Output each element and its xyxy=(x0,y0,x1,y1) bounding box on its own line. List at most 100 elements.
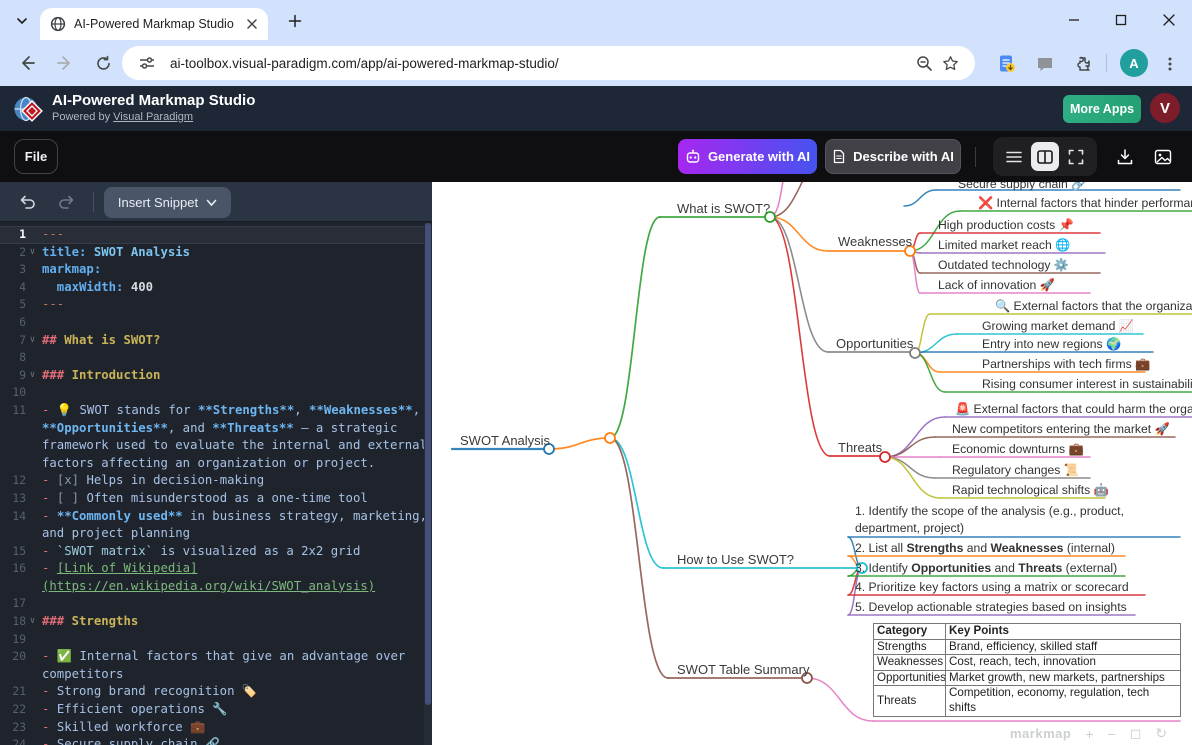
code-text[interactable] xyxy=(39,595,42,613)
more-apps-button[interactable]: More Apps xyxy=(1063,95,1141,123)
tab-search-button[interactable] xyxy=(10,9,34,33)
code-text[interactable]: - 💡 SWOT stands for **Strengths**, **Wea… xyxy=(39,402,420,420)
code-line[interactable]: 3markmap: xyxy=(0,261,432,279)
code-line[interactable]: framework used to evaluate the internal … xyxy=(0,437,432,455)
editor-scrollbar[interactable] xyxy=(424,223,432,745)
code-text[interactable]: - Secure supply chain 🔗 xyxy=(39,736,220,745)
code-line[interactable]: 12- [x] Helps in decision-making xyxy=(0,472,432,490)
redo-button[interactable] xyxy=(53,190,79,214)
code-text[interactable]: --- xyxy=(39,226,64,244)
markmap-panel[interactable]: SWOT Analysis Secure supply chain 🔗 What… xyxy=(432,182,1192,745)
code-text[interactable]: competitors xyxy=(39,666,123,684)
tab-close-icon[interactable] xyxy=(246,18,258,30)
code-line[interactable]: 7∨## What is SWOT? xyxy=(0,332,432,350)
code-text[interactable]: framework used to evaluate the internal … xyxy=(39,437,427,455)
code-line[interactable]: 16- [Link of Wikipedia] xyxy=(0,560,432,578)
code-text[interactable]: maxWidth: 400 xyxy=(39,279,153,297)
fold-chevron-icon[interactable]: ∨ xyxy=(26,367,39,385)
window-maximize-button[interactable] xyxy=(1104,5,1138,35)
branch-node-circle[interactable] xyxy=(605,433,615,443)
code-text[interactable]: - [ ] Often misunderstood as a one-time … xyxy=(39,490,368,508)
file-menu-button[interactable]: File xyxy=(14,139,58,174)
code-line[interactable]: 21- Strong brand recognition 🏷️ xyxy=(0,683,432,701)
url-text[interactable]: ai-toolbox.visual-paradigm.com/app/ai-po… xyxy=(170,56,911,71)
code-line[interactable]: 1--- xyxy=(0,226,432,244)
code-lines[interactable]: 1---2∨title: SWOT Analysis3markmap:4 max… xyxy=(0,223,432,745)
code-line[interactable]: 20- ✅ Internal factors that give an adva… xyxy=(0,648,432,666)
window-minimize-button[interactable] xyxy=(1057,5,1091,35)
fit-view-icon[interactable]: ◻ xyxy=(1130,725,1142,742)
describe-with-ai-button[interactable]: Describe with AI xyxy=(825,139,961,174)
code-line[interactable]: 19 xyxy=(0,631,432,649)
code-text[interactable]: ## What is SWOT? xyxy=(39,332,160,350)
refresh-icon[interactable]: ↻ xyxy=(1155,725,1167,742)
split-view-button[interactable] xyxy=(1031,142,1059,171)
code-line[interactable]: competitors xyxy=(0,666,432,684)
code-text[interactable] xyxy=(39,314,42,332)
code-text[interactable]: - `SWOT matrix` is visualized as a 2x2 g… xyxy=(39,543,360,561)
download-button[interactable] xyxy=(1112,144,1138,170)
code-line[interactable]: (https://en.wikipedia.org/wiki/SWOT_anal… xyxy=(0,578,432,596)
code-line[interactable]: 11- 💡 SWOT stands for **Strengths**, **W… xyxy=(0,402,432,420)
code-line[interactable]: 22- Efficient operations 🔧 xyxy=(0,701,432,719)
bookmark-star-icon[interactable] xyxy=(937,50,963,76)
code-text[interactable] xyxy=(39,631,42,649)
code-line[interactable]: 24- Secure supply chain 🔗 xyxy=(0,736,432,745)
export-image-button[interactable] xyxy=(1150,144,1176,170)
fold-chevron-icon[interactable]: ∨ xyxy=(26,244,39,262)
url-bar[interactable]: ai-toolbox.visual-paradigm.com/app/ai-po… xyxy=(122,46,975,80)
browser-tab[interactable]: AI-Powered Markmap Studio xyxy=(40,8,268,40)
code-text[interactable]: and project planning xyxy=(39,525,190,543)
code-text[interactable]: - Efficient operations 🔧 xyxy=(39,701,228,719)
code-line[interactable]: 4 maxWidth: 400 xyxy=(0,279,432,297)
code-text[interactable]: **Opportunities**, and **Threats** — a s… xyxy=(39,420,397,438)
fullscreen-view-button[interactable] xyxy=(1062,142,1090,171)
code-line[interactable]: 17 xyxy=(0,595,432,613)
code-line[interactable]: factors affecting an organization or pro… xyxy=(0,455,432,473)
extension-docs-icon[interactable] xyxy=(993,50,1021,78)
visual-paradigm-link[interactable]: Visual Paradigm xyxy=(113,111,193,123)
zoom-out-icon[interactable] xyxy=(911,50,937,76)
code-line[interactable]: **Opportunities**, and **Threats** — a s… xyxy=(0,420,432,438)
back-button[interactable] xyxy=(12,48,42,78)
code-text[interactable]: ### Introduction xyxy=(39,367,160,385)
code-text[interactable]: ### Strengths xyxy=(39,613,138,631)
code-line[interactable]: 15- `SWOT matrix` is visualized as a 2x2… xyxy=(0,543,432,561)
markmap-brand[interactable]: markmap xyxy=(1010,726,1071,741)
scrollbar-thumb[interactable] xyxy=(425,223,431,705)
window-close-button[interactable] xyxy=(1152,5,1186,35)
code-line[interactable]: 18∨### Strengths xyxy=(0,613,432,631)
code-text[interactable] xyxy=(39,384,42,402)
undo-button[interactable] xyxy=(15,190,41,214)
generate-with-ai-button[interactable]: Generate with AI xyxy=(678,139,817,174)
code-text[interactable]: - **Commonly used** in business strategy… xyxy=(39,508,427,526)
code-text[interactable]: - [Link of Wikipedia] xyxy=(39,560,197,578)
code-text[interactable]: - Strong brand recognition 🏷️ xyxy=(39,683,257,701)
insert-snippet-button[interactable]: Insert Snippet xyxy=(104,187,231,218)
browser-profile-avatar[interactable]: A xyxy=(1120,49,1148,77)
forward-button[interactable] xyxy=(50,48,80,78)
chat-bubble-icon[interactable] xyxy=(1031,50,1059,78)
code-text[interactable]: (https://en.wikipedia.org/wiki/SWOT_anal… xyxy=(39,578,375,596)
user-avatar[interactable]: V xyxy=(1150,93,1180,123)
code-text[interactable]: - Skilled workforce 💼 xyxy=(39,719,205,737)
code-line[interactable]: 14- **Commonly used** in business strate… xyxy=(0,508,432,526)
zoom-out-icon[interactable]: − xyxy=(1108,726,1116,742)
fold-chevron-icon[interactable]: ∨ xyxy=(26,613,39,631)
code-line[interactable]: 10 xyxy=(0,384,432,402)
code-line[interactable]: 5--- xyxy=(0,296,432,314)
code-line[interactable]: 23- Skilled workforce 💼 xyxy=(0,719,432,737)
browser-menu-kebab-icon[interactable] xyxy=(1156,50,1184,78)
fold-chevron-icon[interactable]: ∨ xyxy=(26,332,39,350)
zoom-in-icon[interactable]: + xyxy=(1085,726,1093,742)
code-text[interactable]: factors affecting an organization or pro… xyxy=(39,455,375,473)
code-text[interactable]: markmap: xyxy=(39,261,101,279)
code-line[interactable]: 8 xyxy=(0,349,432,367)
new-tab-button[interactable] xyxy=(284,10,306,32)
code-line[interactable]: 2∨title: SWOT Analysis xyxy=(0,244,432,262)
code-line[interactable]: 13- [ ] Often misunderstood as a one-tim… xyxy=(0,490,432,508)
extensions-puzzle-icon[interactable] xyxy=(1068,50,1096,78)
reload-button[interactable] xyxy=(88,48,118,78)
code-text[interactable]: - ✅ Internal factors that give an advant… xyxy=(39,648,405,666)
code-text[interactable]: title: SWOT Analysis xyxy=(39,244,190,262)
